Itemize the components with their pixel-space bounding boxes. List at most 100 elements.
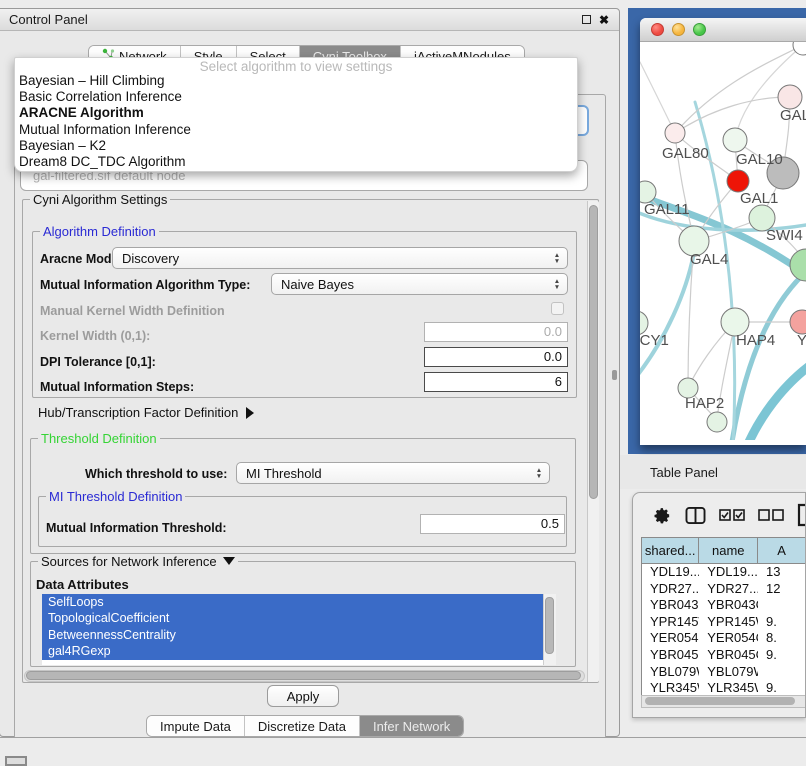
table-column-header[interactable]: A [758,538,806,563]
dpi-tolerance-field[interactable]: 0.0 [424,347,568,367]
algorithm-option[interactable]: ARACNE Algorithm [15,105,577,121]
network-node[interactable] [790,249,806,281]
dock-mini-icon[interactable] [5,756,27,766]
control-panel-title: Control Panel [0,12,88,27]
tab-discretize-data[interactable]: Discretize Data [245,716,360,736]
table-column-header[interactable]: name [699,538,758,563]
mi-threshold-label: Mutual Information Threshold: [46,521,227,535]
network-edge [748,364,806,440]
algorithm-definition-title: Algorithm Definition [40,224,159,239]
table-row[interactable]: YBR043CYBR043C [642,597,806,614]
control-panel-titlebar: Control Panel ✖ [0,9,619,31]
mi-type-label: Mutual Information Algorithm Type: [40,278,250,292]
combo-arrows-icon: ▲▼ [531,468,549,479]
table-toolbar [633,493,805,537]
combo-arrows-icon: ▲▼ [549,279,567,290]
gear-icon[interactable] [653,506,672,525]
kernel-width-field[interactable]: 0.0 [424,322,568,342]
network-window[interactable]: GALGAL80GAL10GAL1GAL11SWI4GAL4GCY1HAP4YH… [640,18,806,445]
collapse-down-icon [223,557,235,565]
table-panel-header: Table Panel [620,455,806,489]
select-all-checkboxes-icon[interactable] [719,508,745,522]
export-table-icon[interactable] [797,503,806,527]
hub-definition-toggle[interactable]: Hub/Transcription Factor Definition [38,405,254,420]
attribute-list-item[interactable]: gal4RGexp [42,643,556,659]
which-threshold-combo[interactable]: MI Threshold ▲▼ [236,462,550,484]
algorithm-option[interactable]: Dream8 DC_TDC Algorithm [15,154,577,170]
table-hscrollbar-thumb[interactable] [645,697,795,705]
table-row[interactable]: YLR345WYLR345W9. [642,680,806,695]
attributes-scrollbar-thumb[interactable] [545,597,554,654]
network-node[interactable] [723,128,747,152]
network-node[interactable] [727,170,749,192]
attribute-list-item[interactable]: BetweennessCentrality [42,627,556,643]
mi-type-combo[interactable]: Naive Bayes ▲▼ [271,273,568,295]
table-row[interactable]: YBL079WYBL079W [642,664,806,681]
table-row[interactable]: YDL19...YDL19...13 [642,564,806,581]
network-node[interactable] [707,412,727,432]
hub-definition-label: Hub/Transcription Factor Definition [38,405,238,420]
table-row[interactable]: YER054CYER054C8. [642,630,806,647]
network-window-titlebar[interactable] [640,18,806,42]
manual-kernel-checkbox[interactable] [551,302,564,315]
combo-arrows-icon: ▲▼ [549,253,567,264]
mac-zoom-icon[interactable] [693,23,706,36]
aracne-mode-combo[interactable]: Discovery ▲▼ [112,247,568,269]
tab-infer-network[interactable]: Infer Network [360,716,463,736]
attribute-list-item[interactable]: SelfLoops [42,594,556,610]
columns-icon[interactable] [685,506,706,525]
mi-threshold-field[interactable]: 0.5 [420,514,565,534]
network-node-label: GAL [780,107,806,124]
network-node-label: GAL11 [644,201,690,218]
attribute-table: shared...nameA YDL19...YDL19...13YDR27..… [641,537,806,695]
network-svg: GALGAL80GAL10GAL1GAL11SWI4GAL4GCY1HAP4YH… [640,42,806,440]
mac-minimize-icon[interactable] [672,23,685,36]
table-row[interactable]: YDR27...YDR27...12 [642,581,806,598]
network-view-frame: GALGAL80GAL10GAL1GAL11SWI4GAL4GCY1HAP4YH… [628,8,806,454]
network-node[interactable] [665,123,685,143]
settings-hscrollbar-thumb[interactable] [26,671,581,680]
aracne-mode-label: Aracne Mode: [40,252,123,266]
network-node-label: HAP2 [685,395,724,412]
mi-threshold-definition-title: MI Threshold Definition [46,489,185,504]
mi-steps-field[interactable]: 6 [424,372,568,392]
network-node[interactable] [793,42,806,55]
algorithm-option[interactable]: Mutual Information Inference [15,122,577,138]
table-row[interactable]: YPR145WYPR145W9. [642,614,806,631]
tab-impute-data[interactable]: Impute Data [147,716,245,736]
network-node-label: GAL4 [690,251,728,268]
threshold-definition-title: Threshold Definition [38,431,160,446]
network-canvas[interactable]: GALGAL80GAL10GAL1GAL11SWI4GAL4GCY1HAP4YH… [640,42,806,440]
algorithm-option[interactable]: Basic Correlation Inference [15,89,577,105]
network-node-label: HAP4 [736,332,775,349]
settings-group-title: Cyni Algorithm Settings [30,192,170,207]
network-node-label: Y [797,332,806,349]
status-strip [0,737,806,762]
mi-steps-label: Mutual Information Steps: [40,380,194,394]
panel-divider-handle[interactable] [612,370,617,380]
data-attributes-list[interactable]: SelfLoopsTopologicalCoefficientBetweenne… [42,594,556,665]
mac-close-icon[interactable] [651,23,664,36]
apply-button[interactable]: Apply [267,685,339,707]
close-icon[interactable]: ✖ [599,14,609,26]
table-row[interactable]: YBR045CYBR045C9. [642,647,806,664]
network-node-label: GAL10 [736,151,783,168]
table-column-header[interactable]: shared... [642,538,699,563]
manual-kernel-label: Manual Kernel Width Definition [40,304,225,318]
deselect-checkboxes-icon[interactable] [758,508,784,522]
network-node[interactable] [790,310,806,334]
table-header-row: shared...nameA [642,538,806,564]
sources-title[interactable]: Sources for Network Inference [38,554,238,569]
algorithm-option[interactable]: Bayesian – K2 [15,138,577,154]
float-window-icon[interactable] [582,15,591,24]
network-node[interactable] [778,85,802,109]
settings-vscrollbar-thumb[interactable] [589,205,598,499]
which-threshold-value: MI Threshold [237,466,531,481]
algorithm-option[interactable]: Bayesian – Hill Climbing [15,73,577,89]
expand-right-icon [246,407,254,419]
attribute-list-item[interactable]: TopologicalCoefficient [42,610,556,626]
table-panel-window: shared...nameA YDL19...YDL19...13YDR27..… [632,492,806,718]
kernel-width-label: Kernel Width (0,1): [40,329,150,343]
algorithm-dropdown-placeholder: Select algorithm to view settings [15,58,577,73]
algorithm-dropdown: Select algorithm to view settings Bayesi… [14,57,578,172]
